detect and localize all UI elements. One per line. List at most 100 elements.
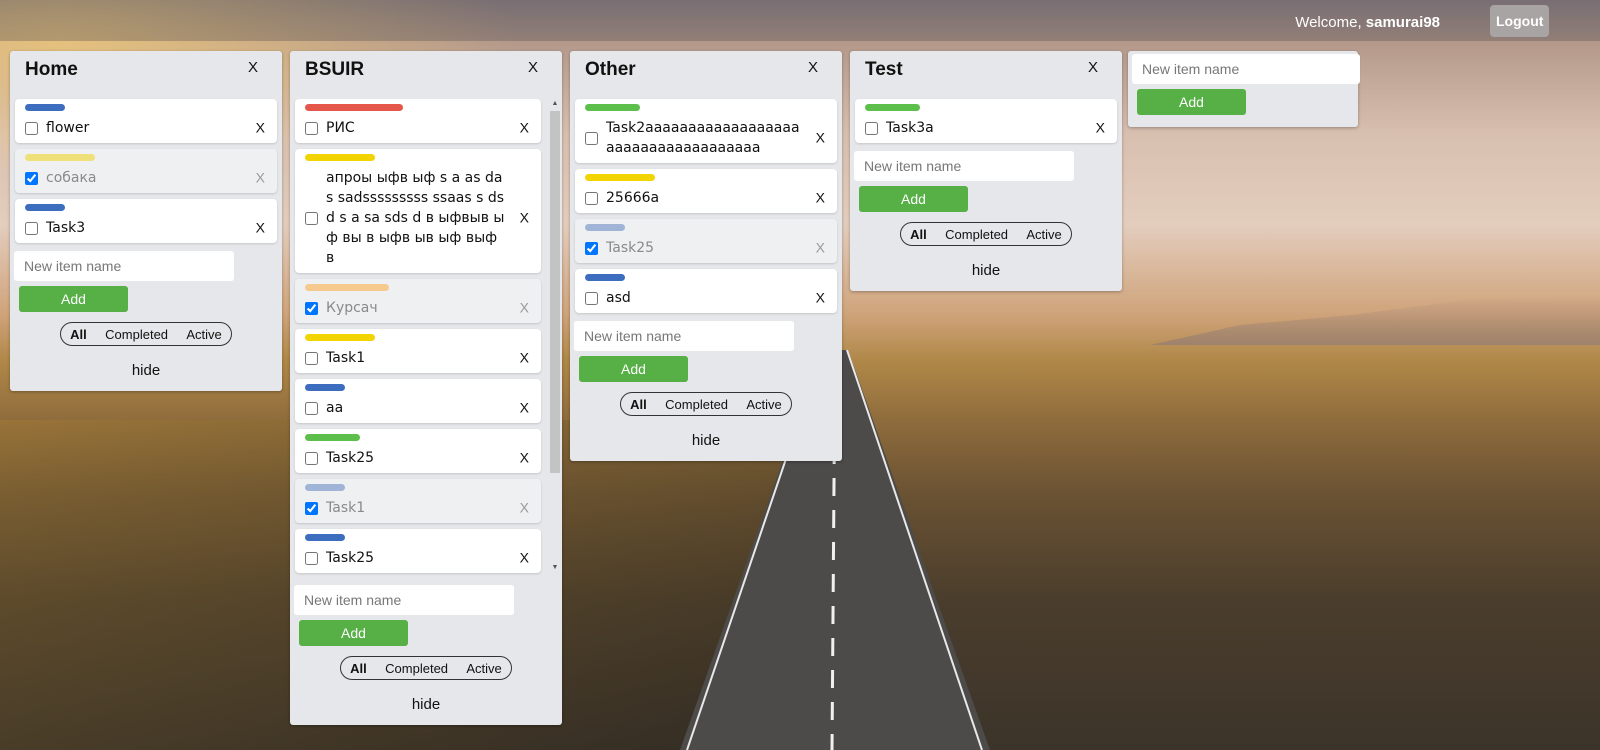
- color-label[interactable]: [305, 534, 345, 541]
- hide-button[interactable]: hide: [10, 346, 282, 391]
- filter-completed[interactable]: Completed: [945, 227, 1008, 242]
- delete-list-button[interactable]: X: [528, 59, 538, 76]
- delete-list-button[interactable]: X: [248, 59, 258, 76]
- filter-all[interactable]: All: [350, 661, 367, 676]
- task-checkbox[interactable]: [865, 121, 878, 135]
- delete-task-button[interactable]: X: [520, 299, 529, 315]
- filter-completed[interactable]: Completed: [665, 397, 728, 412]
- task-text[interactable]: Task25: [326, 548, 374, 568]
- hide-button[interactable]: hide: [850, 246, 1122, 291]
- delete-task-button[interactable]: X: [1096, 119, 1105, 135]
- task-checkbox[interactable]: [305, 301, 318, 315]
- color-label[interactable]: [585, 174, 655, 181]
- task-checkbox[interactable]: [25, 221, 38, 235]
- delete-task-button[interactable]: X: [816, 129, 825, 145]
- new-item-input[interactable]: [14, 251, 234, 281]
- task-checkbox[interactable]: [305, 451, 318, 465]
- delete-task-button[interactable]: X: [520, 499, 529, 515]
- task-checkbox[interactable]: [585, 131, 598, 145]
- task-text[interactable]: Task25: [326, 448, 374, 468]
- task-checkbox[interactable]: [25, 121, 38, 135]
- delete-list-button[interactable]: X: [1088, 59, 1098, 76]
- add-list-button[interactable]: Add: [1137, 89, 1246, 115]
- add-item-button[interactable]: Add: [859, 186, 968, 212]
- task-text[interactable]: aa: [326, 398, 343, 418]
- delete-task-button[interactable]: X: [520, 449, 529, 465]
- delete-task-button[interactable]: X: [520, 119, 529, 135]
- delete-task-button[interactable]: X: [520, 209, 529, 225]
- new-list-input[interactable]: [1132, 54, 1360, 84]
- delete-task-button[interactable]: X: [816, 189, 825, 205]
- color-label[interactable]: [305, 104, 403, 111]
- color-label[interactable]: [305, 384, 345, 391]
- task-text[interactable]: 25666a: [606, 188, 659, 208]
- scroll-down-arrow-icon[interactable]: ▼: [550, 563, 560, 573]
- task-checkbox[interactable]: [305, 121, 318, 135]
- add-item-button[interactable]: Add: [579, 356, 688, 382]
- task-checkbox[interactable]: [585, 241, 598, 255]
- item-list: flower X собака X Task3 X: [10, 99, 282, 243]
- new-item-input[interactable]: [574, 321, 794, 351]
- task-checkbox[interactable]: [585, 191, 598, 205]
- delete-task-button[interactable]: X: [520, 349, 529, 365]
- delete-task-button[interactable]: X: [256, 119, 265, 135]
- task-text[interactable]: РИС: [326, 118, 355, 138]
- color-label[interactable]: [585, 224, 625, 231]
- filter-active[interactable]: Active: [466, 661, 501, 676]
- task-text[interactable]: Task3: [46, 218, 85, 238]
- logout-button[interactable]: Logout: [1490, 5, 1549, 37]
- delete-task-button[interactable]: X: [256, 219, 265, 235]
- delete-task-button[interactable]: X: [520, 549, 529, 565]
- task-text[interactable]: Task2aaaaaaaaaaaaaaaaaaaaaaaaaaaaaaaaaaa…: [606, 118, 801, 158]
- hide-button[interactable]: hide: [570, 416, 842, 461]
- color-label[interactable]: [585, 274, 625, 281]
- task-checkbox[interactable]: [305, 551, 318, 565]
- task-text[interactable]: Курсач: [326, 298, 378, 318]
- filter-active[interactable]: Active: [746, 397, 781, 412]
- add-item-button[interactable]: Add: [19, 286, 128, 312]
- task-text[interactable]: Task1: [326, 498, 365, 518]
- scrollbar-thumb[interactable]: [550, 111, 560, 473]
- color-label[interactable]: [305, 154, 375, 161]
- task-text[interactable]: asd: [606, 288, 631, 308]
- task-text[interactable]: Task1: [326, 348, 365, 368]
- task-checkbox[interactable]: [305, 401, 318, 415]
- task-checkbox[interactable]: [305, 211, 318, 225]
- delete-task-button[interactable]: X: [256, 169, 265, 185]
- add-item-button[interactable]: Add: [299, 620, 408, 646]
- filter-completed[interactable]: Completed: [385, 661, 448, 676]
- delete-list-button[interactable]: X: [808, 59, 818, 76]
- filter-all[interactable]: All: [630, 397, 647, 412]
- color-label[interactable]: [305, 284, 389, 291]
- filter-active[interactable]: Active: [1026, 227, 1061, 242]
- task-checkbox[interactable]: [585, 291, 598, 305]
- task-text[interactable]: Task3a: [886, 118, 934, 138]
- scrollbar[interactable]: ▲ ▼: [548, 99, 560, 577]
- task-text[interactable]: собака: [46, 168, 97, 188]
- color-label[interactable]: [865, 104, 920, 111]
- delete-task-button[interactable]: X: [816, 239, 825, 255]
- hide-button[interactable]: hide: [290, 680, 562, 725]
- filter-all[interactable]: All: [910, 227, 927, 242]
- color-label[interactable]: [25, 204, 65, 211]
- filter-active[interactable]: Active: [186, 327, 221, 342]
- task-text[interactable]: flower: [46, 118, 89, 138]
- color-label[interactable]: [305, 434, 360, 441]
- delete-task-button[interactable]: X: [520, 399, 529, 415]
- color-label[interactable]: [585, 104, 640, 111]
- filter-all[interactable]: All: [70, 327, 87, 342]
- task-checkbox[interactable]: [25, 171, 38, 185]
- new-item-input[interactable]: [854, 151, 1074, 181]
- color-label[interactable]: [25, 154, 95, 161]
- task-checkbox[interactable]: [305, 501, 318, 515]
- color-label[interactable]: [305, 484, 345, 491]
- task-text[interactable]: апроы ыфв ыф s a as das sadsssssssss ssa…: [326, 168, 505, 268]
- scroll-up-arrow-icon[interactable]: ▲: [550, 99, 560, 109]
- filter-completed[interactable]: Completed: [105, 327, 168, 342]
- delete-task-button[interactable]: X: [816, 289, 825, 305]
- color-label[interactable]: [25, 104, 65, 111]
- task-checkbox[interactable]: [305, 351, 318, 365]
- new-item-input[interactable]: [294, 585, 514, 615]
- color-label[interactable]: [305, 334, 375, 341]
- task-text[interactable]: Task25: [606, 238, 654, 258]
